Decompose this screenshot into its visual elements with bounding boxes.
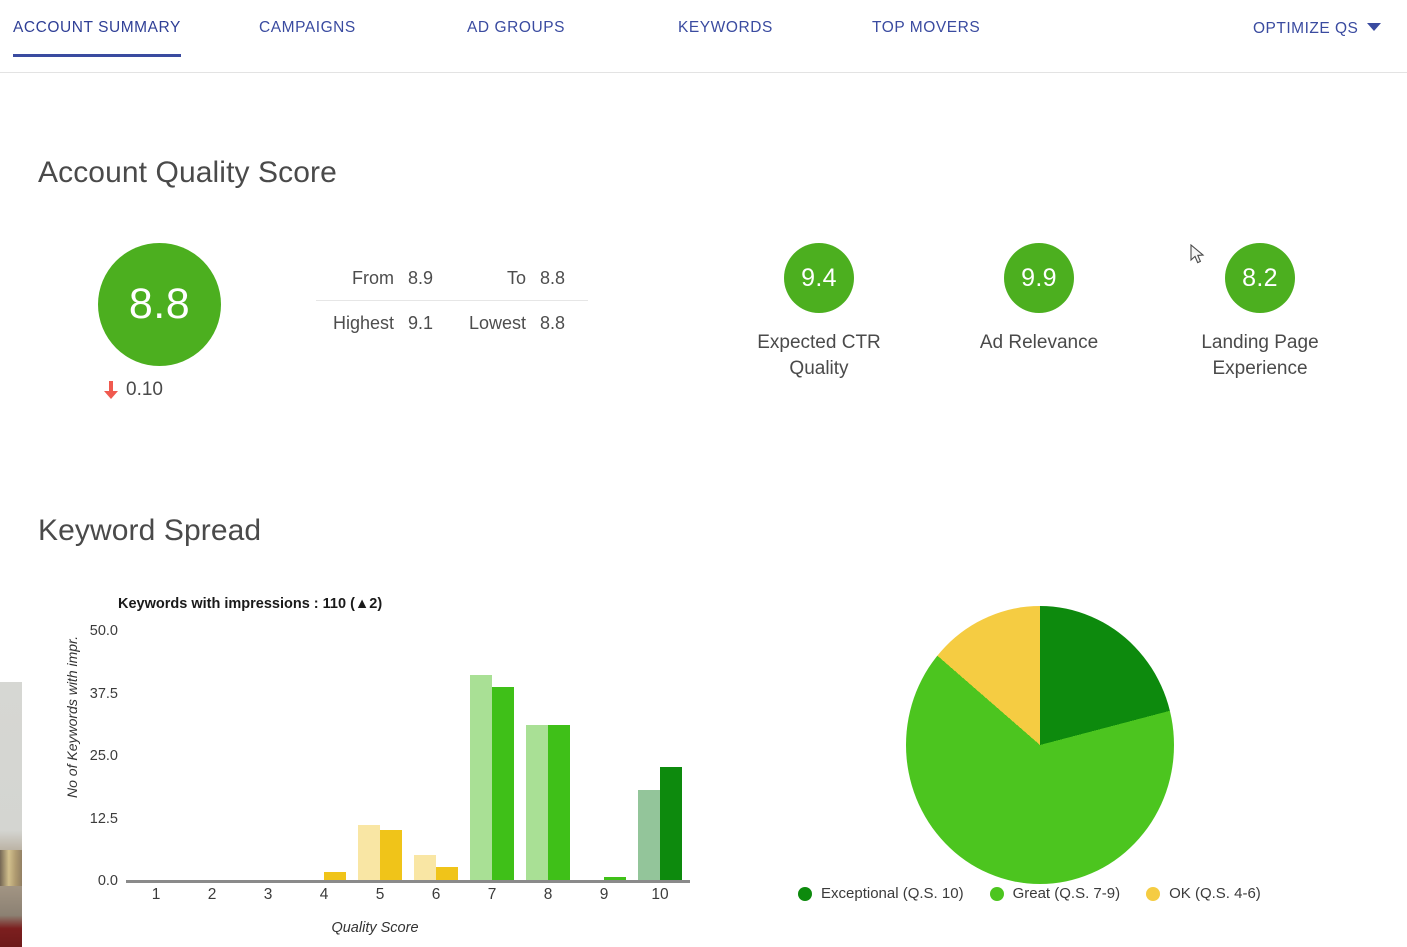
keyword-spread-pie-chart: 20.9% 65.5% 13.6% Exceptional (Q.S. 10)G… [780,590,1400,947]
account-quality-score-heading: Account Quality Score [38,156,337,189]
keyword-spread-heading: Keyword Spread [38,514,262,547]
highest-value: 9.1 [408,312,434,333]
x-tick-label: 5 [375,886,385,903]
tab-label: TOP MOVERS [872,19,981,36]
subscore-circle: 9.9 [1004,243,1074,313]
x-tick-label: 8 [543,886,553,903]
main-tab-bar: ACCOUNT SUMMARY CAMPAIGNS AD GROUPS KEYW… [0,0,1407,73]
lowest-label: Lowest [468,312,526,333]
subscore-circle: 8.2 [1225,243,1295,313]
tab-label: CAMPAIGNS [259,19,356,36]
legend-label: Great (Q.S. 7-9) [1012,885,1121,902]
x-tick-label: 6 [431,886,441,903]
tab-top-movers[interactable]: TOP MOVERS [872,19,980,57]
optimize-qs-dropdown[interactable]: OPTIMIZE QS [1253,20,1382,58]
bar-chart-x-ticks: 1 2 3 4 5 6 7 8 9 10 [128,590,688,947]
pie-disc [906,606,1174,884]
from-label: From [352,267,394,288]
x-tick-label: 3 [263,886,273,903]
tab-keywords[interactable]: KEYWORDS [678,19,773,57]
partial-photo-thumbnail [0,682,22,947]
subscore-label: Expected CTR Quality [757,332,881,380]
to-value: 8.8 [540,267,566,288]
mouse-cursor-icon [1190,244,1205,264]
highest-label: Highest [332,312,394,333]
subscore-value: 9.9 [1021,263,1057,292]
subscore-circle: 9.4 [784,243,854,313]
x-tick-label: 9 [599,886,609,903]
account-score-delta: 0.10 [102,379,163,401]
subscore-label: Ad Relevance [979,332,1099,353]
y-tick-label: 12.5 [89,810,118,827]
subscore-expected-ctr-quality: 9.4 Expected CTR Quality [719,243,919,382]
lowest-value: 8.8 [540,312,566,333]
subscore-label: Landing Page Experience [1201,332,1319,380]
account-score-stats-table: From 8.9 To 8.8 Highest 9.1 Lowest 8.8 [316,256,588,345]
legend-color-swatch [989,886,1004,901]
bar-chart-y-ticks: 0.0 12.5 25.0 37.5 50.0 [64,590,118,947]
tab-label: AD GROUPS [467,19,565,36]
y-tick-label: 0.0 [97,873,118,889]
x-tick-label: 7 [487,886,497,903]
y-tick-label: 25.0 [89,748,118,764]
subscore-ad-relevance: 9.9 Ad Relevance [939,243,1139,356]
pie-chart-legend: Exceptional (Q.S. 10) Great (Q.S. 7-9) OK … [798,885,1261,902]
x-tick-label: 4 [319,886,329,903]
x-tick-label: 1 [151,886,161,903]
account-score-circle: 8.8 [98,243,221,366]
arrow-down-icon [104,381,118,399]
legend-color-swatch [1146,886,1161,901]
active-tab-underline [13,54,181,57]
account-score-value: 8.8 [128,280,191,328]
subscore-value: 8.2 [1242,263,1278,292]
tab-ad-groups[interactable]: AD GROUPS [467,19,565,57]
table-row: Highest 9.1 Lowest 8.8 [316,301,588,345]
keyword-spread-bar-chart: Keywords with impressions : 110 (▲2) No … [40,590,710,947]
legend-label: Exceptional (Q.S. 10) [821,885,964,902]
x-tick-label: 2 [207,886,217,903]
legend-item[interactable]: Exceptional (Q.S. 10) [798,885,964,902]
thumbnail-detail [0,850,22,886]
subscore-value: 9.4 [801,263,837,292]
legend-item[interactable]: Great (Q.S. 7-9) [989,885,1121,902]
y-tick-label: 37.5 [89,685,118,702]
delta-value: 0.10 [126,379,163,400]
page-root: ACCOUNT SUMMARY CAMPAIGNS AD GROUPS KEYW… [0,0,1407,947]
chevron-down-icon [1367,23,1382,31]
legend-color-swatch [798,886,812,901]
from-value: 8.9 [408,267,434,288]
legend-item[interactable]: OK (Q.S. 4-6) [1146,885,1261,902]
y-tick-label: 50.0 [89,623,118,639]
legend-label: OK (Q.S. 4-6) [1169,885,1261,902]
tab-account-summary[interactable]: ACCOUNT SUMMARY [13,19,181,57]
tab-label: ACCOUNT SUMMARY [13,19,181,36]
tab-campaigns[interactable]: CAMPAIGNS [259,19,356,57]
tab-label: KEYWORDS [678,19,773,36]
table-row: From 8.9 To 8.8 [316,256,588,300]
x-tick-label: 10 [651,886,669,903]
to-label: To [506,267,526,288]
optimize-qs-label: OPTIMIZE QS [1253,20,1359,37]
